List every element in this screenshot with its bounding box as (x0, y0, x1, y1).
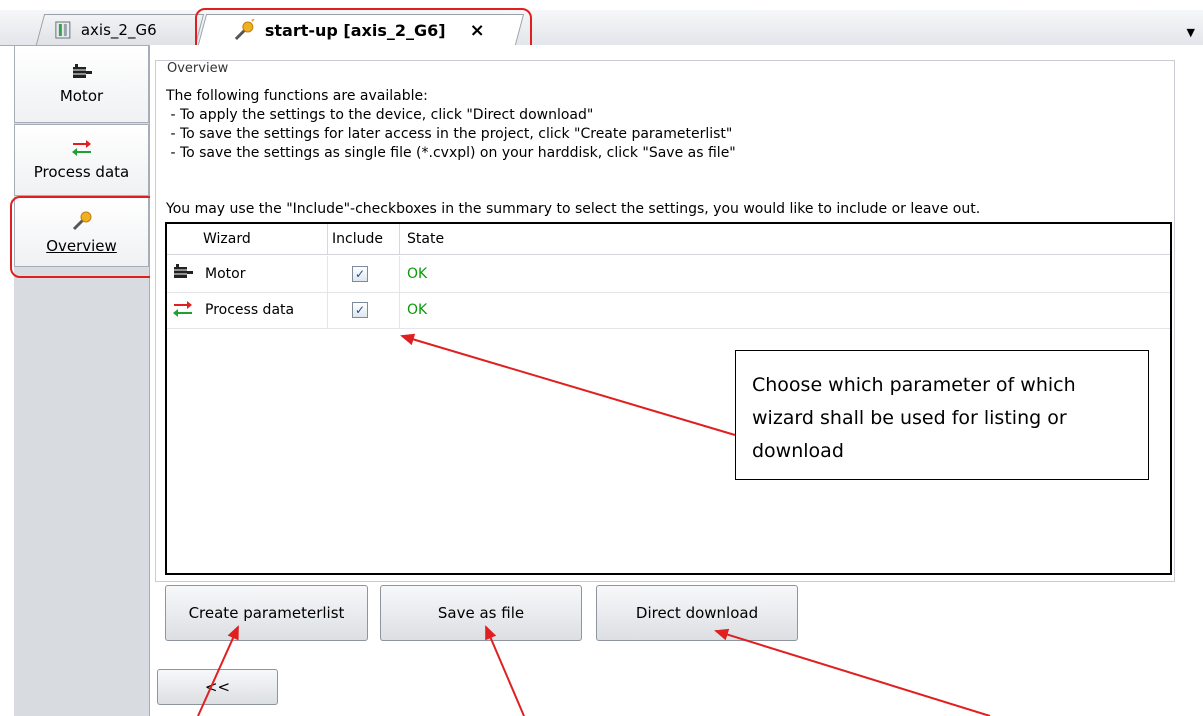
device-icon (55, 21, 71, 39)
column-header-wizard[interactable]: Wizard (203, 224, 251, 254)
cell-state: OK (407, 266, 428, 282)
motor-icon (72, 64, 92, 78)
sidebar-item-process-data[interactable]: Process data (14, 124, 149, 196)
description-line: The following functions are available: (166, 88, 428, 104)
table-row[interactable]: Process data ✓ OK (167, 292, 1170, 329)
tab-bar: axis_2_G6 start-up [axis_2_G6] × ▼ (0, 0, 1203, 46)
sidebar-item-motor[interactable]: Motor (14, 45, 149, 123)
highlight-overview (10, 196, 160, 278)
include-hint: You may use the "Include"-checkboxes in … (166, 201, 981, 217)
include-checkbox[interactable]: ✓ (352, 266, 368, 282)
annotation-callout: Choose which parameter of which wizard s… (735, 350, 1149, 480)
include-checkbox-container: ✓ (352, 292, 368, 328)
save-as-file-button[interactable]: Save as file (380, 585, 582, 641)
exchange-arrows-icon (71, 140, 91, 156)
motor-icon (174, 264, 193, 278)
sidebar-item-label: Motor (59, 87, 104, 105)
direct-download-button[interactable]: Direct download (596, 585, 798, 641)
create-parameterlist-button[interactable]: Create parameterlist (165, 585, 368, 641)
group-title: Overview (165, 61, 231, 76)
table-header: Wizard Include State (167, 224, 1170, 255)
include-checkbox[interactable]: ✓ (352, 302, 368, 318)
include-checkbox-container: ✓ (352, 256, 368, 292)
cell-wizard: Process data (205, 302, 295, 318)
column-header-include[interactable]: Include (332, 224, 383, 254)
table-row[interactable]: Motor ✓ OK (167, 256, 1170, 293)
tab-axis-label: axis_2_G6 (80, 21, 157, 39)
sidebar-item-label: Process data (33, 163, 130, 181)
description-line: - To apply the settings to the device, c… (166, 107, 594, 123)
cell-state: OK (407, 302, 428, 318)
tab-axis[interactable]: axis_2_G6 (35, 14, 205, 45)
chevron-down-icon[interactable]: ▼ (1187, 26, 1195, 39)
column-header-state[interactable]: State (407, 224, 444, 254)
description-line: - To save the settings as single file (*… (166, 145, 736, 161)
cell-wizard: Motor (205, 266, 246, 282)
exchange-arrows-icon (173, 301, 192, 317)
wizard-sidebar: Motor Process data Overview (14, 45, 150, 716)
back-button[interactable]: << (157, 669, 278, 705)
description-line: - To save the settings for later access … (166, 126, 733, 142)
